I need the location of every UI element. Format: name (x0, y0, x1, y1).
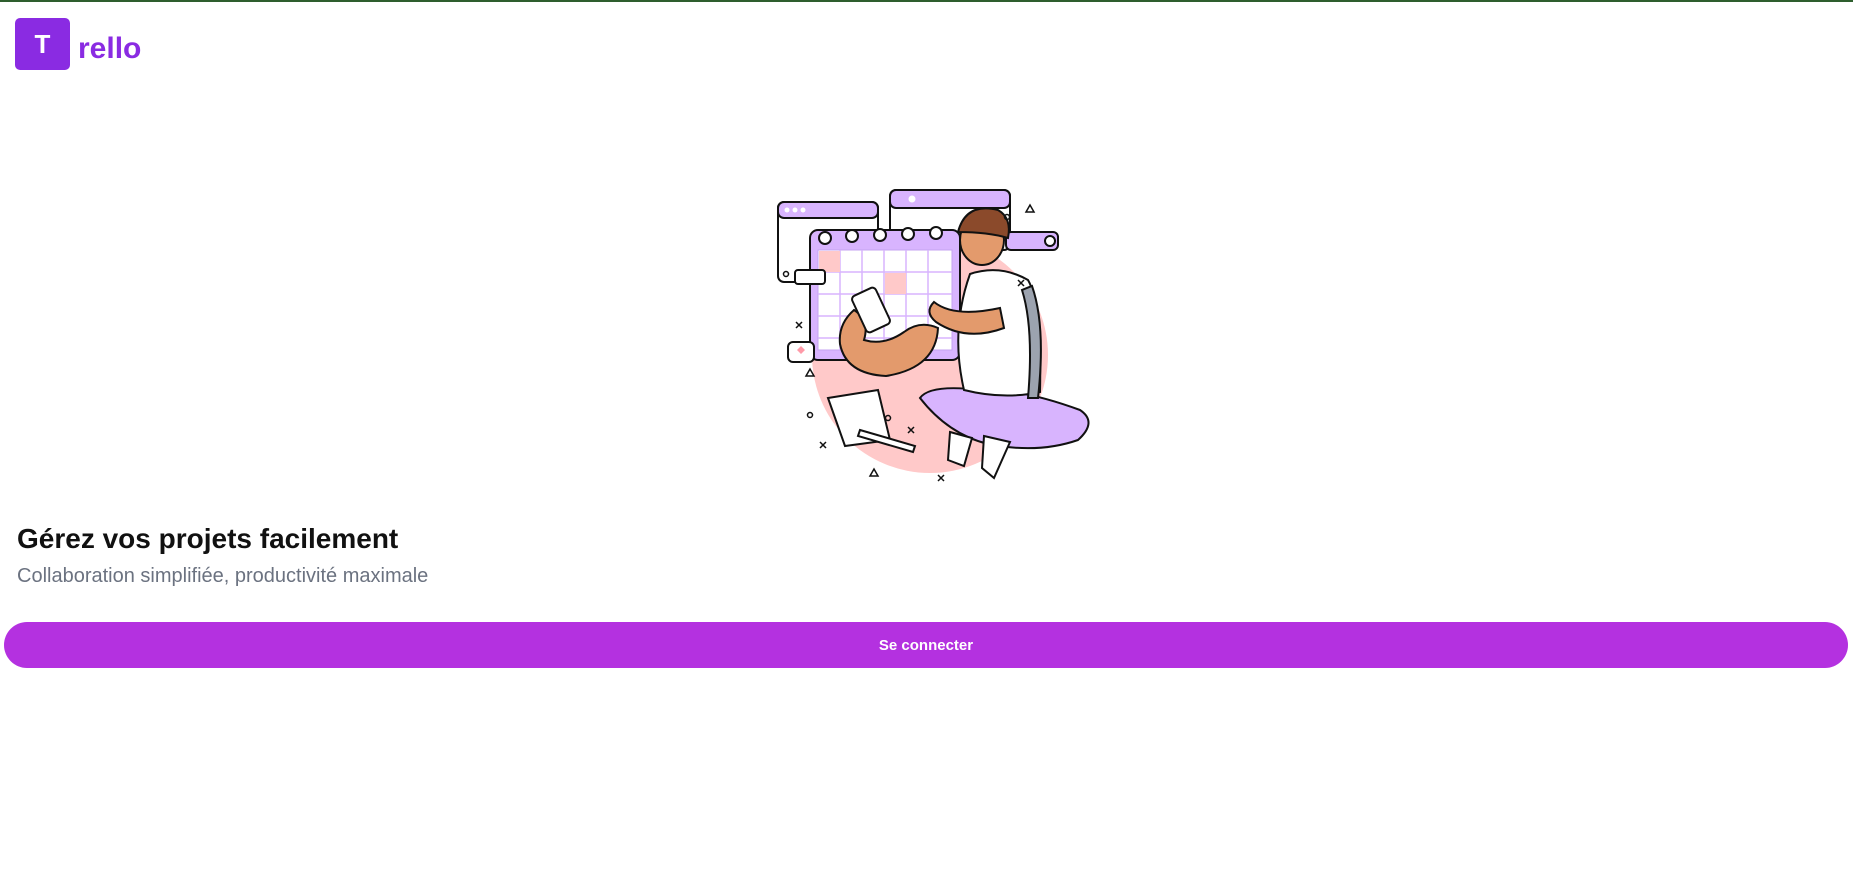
page-subtitle: Collaboration simplifiée, productivité m… (17, 565, 429, 587)
page-title: Gérez vos projets facilement (17, 523, 399, 554)
top-accent-bar (0, 0, 1853, 2)
app-logo: T rello (15, 18, 141, 70)
logo-wordmark: rello (78, 32, 142, 65)
person-with-calendar-illustration (777, 189, 1090, 482)
logo-badge: T (15, 18, 70, 70)
login-button[interactable]: Se connecter (4, 622, 1848, 668)
